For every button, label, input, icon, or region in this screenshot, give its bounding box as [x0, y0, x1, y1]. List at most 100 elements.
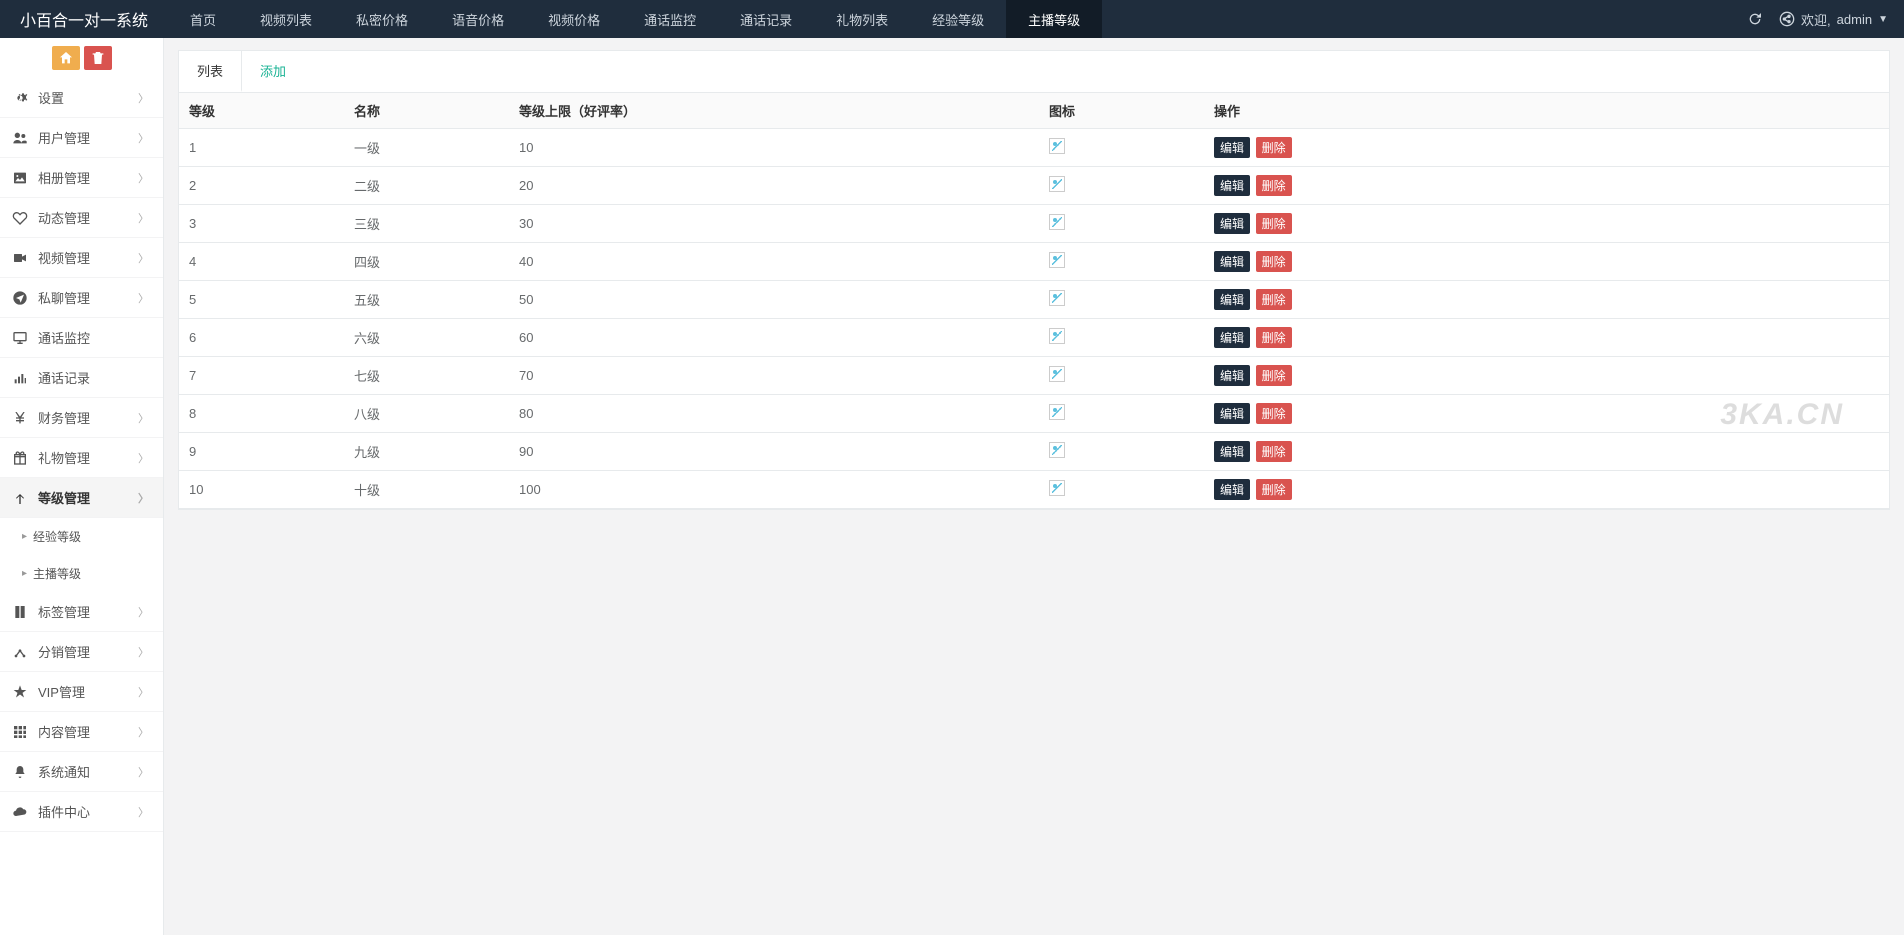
top-nav-item[interactable]: 首页 — [168, 0, 238, 38]
top-nav-item[interactable]: 通话监控 — [622, 0, 718, 38]
sidebar-item[interactable]: 相册管理〉 — [0, 158, 163, 198]
delete-button[interactable]: 删除 — [1256, 403, 1292, 424]
share-icon — [12, 644, 28, 660]
sidebar-item[interactable]: 插件中心〉 — [0, 792, 163, 832]
sidebar-item[interactable]: VIP管理〉 — [0, 672, 163, 712]
top-nav-item[interactable]: 主播等级 — [1006, 0, 1102, 38]
edit-button[interactable]: 编辑 — [1214, 213, 1250, 234]
table-row: 10 十级 100 编辑 删除 — [179, 471, 1889, 509]
sidebar-item[interactable]: 设置〉 — [0, 78, 163, 118]
tab-add[interactable]: 添加 — [242, 51, 304, 92]
cell-limit: 100 — [509, 471, 1039, 509]
edit-button[interactable]: 编辑 — [1214, 403, 1250, 424]
edit-button[interactable]: 编辑 — [1214, 175, 1250, 196]
sidebar-item-label: 通话监控 — [38, 328, 149, 347]
sidebar-item[interactable]: 礼物管理〉 — [0, 438, 163, 478]
sidebar-item[interactable]: 私聊管理〉 — [0, 278, 163, 318]
sidebar-item[interactable]: 分销管理〉 — [0, 632, 163, 672]
refresh-icon — [1747, 11, 1763, 27]
sidebar-item[interactable]: 动态管理〉 — [0, 198, 163, 238]
edit-button[interactable]: 编辑 — [1214, 251, 1250, 272]
delete-button[interactable]: 删除 — [1256, 441, 1292, 462]
table-row: 4 四级 40 编辑 删除 — [179, 243, 1889, 281]
home-button[interactable] — [52, 46, 80, 70]
delete-button[interactable]: 删除 — [1256, 365, 1292, 386]
cell-name: 五级 — [344, 281, 509, 319]
cell-level: 5 — [179, 281, 344, 319]
delete-button[interactable]: 删除 — [1256, 213, 1292, 234]
sidebar-item[interactable]: 视频管理〉 — [0, 238, 163, 278]
tab-list[interactable]: 列表 — [179, 51, 242, 92]
chevron-right-icon: 〉 — [138, 450, 149, 466]
refresh-button[interactable] — [1747, 11, 1763, 27]
top-nav-item[interactable]: 经验等级 — [910, 0, 1006, 38]
edit-button[interactable]: 编辑 — [1214, 479, 1250, 500]
delete-button[interactable]: 删除 — [1256, 137, 1292, 158]
sidebar-item-label: 内容管理 — [38, 722, 138, 741]
cloud-icon — [12, 804, 28, 820]
caret-down-icon: ▼ — [1878, 14, 1888, 25]
side-menu: 设置〉用户管理〉相册管理〉动态管理〉视频管理〉私聊管理〉通话监控通话记录财务管理… — [0, 78, 163, 832]
sidebar-item[interactable]: 通话监控 — [0, 318, 163, 358]
th-level: 等级 — [179, 93, 344, 129]
cell-limit: 60 — [509, 319, 1039, 357]
cell-action: 编辑 删除 — [1204, 471, 1889, 509]
cell-action: 编辑 删除 — [1204, 433, 1889, 471]
broken-image-icon — [1049, 366, 1065, 382]
delete-button[interactable]: 删除 — [1256, 175, 1292, 196]
welcome-user: admin — [1837, 12, 1872, 27]
chevron-right-icon: 〉 — [138, 604, 149, 620]
delete-button[interactable]: 删除 — [1256, 251, 1292, 272]
top-nav-item[interactable]: 视频列表 — [238, 0, 334, 38]
chevron-right-icon: 〉 — [138, 290, 149, 306]
tag-icon — [12, 604, 28, 620]
cell-name: 一级 — [344, 129, 509, 167]
delete-button[interactable]: 删除 — [1256, 289, 1292, 310]
video-icon — [12, 250, 28, 266]
sidebar-item[interactable]: 财务管理〉 — [0, 398, 163, 438]
broken-image-icon — [1049, 404, 1065, 420]
cell-limit: 70 — [509, 357, 1039, 395]
cell-limit: 40 — [509, 243, 1039, 281]
th-action: 操作 — [1204, 93, 1889, 129]
top-nav-item[interactable]: 语音价格 — [430, 0, 526, 38]
broken-image-icon — [1049, 138, 1065, 154]
monitor-icon — [12, 330, 28, 346]
broken-image-icon — [1049, 214, 1065, 230]
top-nav-item[interactable]: 私密价格 — [334, 0, 430, 38]
top-nav-item[interactable]: 通话记录 — [718, 0, 814, 38]
users-icon — [12, 130, 28, 146]
brand-title: 小百合一对一系统 — [0, 7, 168, 31]
level-icon — [12, 490, 28, 506]
edit-button[interactable]: 编辑 — [1214, 365, 1250, 386]
edit-button[interactable]: 编辑 — [1214, 289, 1250, 310]
top-nav-item[interactable]: 礼物列表 — [814, 0, 910, 38]
table-row: 2 二级 20 编辑 删除 — [179, 167, 1889, 205]
table-row: 3 三级 30 编辑 删除 — [179, 205, 1889, 243]
edit-button[interactable]: 编辑 — [1214, 137, 1250, 158]
sidebar-item-label: 视频管理 — [38, 248, 138, 267]
edit-button[interactable]: 编辑 — [1214, 327, 1250, 348]
sidebar-item[interactable]: 标签管理〉 — [0, 592, 163, 632]
table-row: 8 八级 80 编辑 删除 — [179, 395, 1889, 433]
sidebar-subitem[interactable]: 经验等级 — [0, 518, 163, 555]
top-nav-item[interactable]: 视频价格 — [526, 0, 622, 38]
sidebar-item[interactable]: 内容管理〉 — [0, 712, 163, 752]
sidebar-item[interactable]: 系统通知〉 — [0, 752, 163, 792]
cell-name: 二级 — [344, 167, 509, 205]
broken-image-icon — [1049, 176, 1065, 192]
cell-name: 七级 — [344, 357, 509, 395]
sidebar-item[interactable]: 等级管理〉 — [0, 478, 163, 518]
top-nav: 首页视频列表私密价格语音价格视频价格通话监控通话记录礼物列表经验等级主播等级 — [168, 0, 1102, 38]
sidebar-item[interactable]: 通话记录 — [0, 358, 163, 398]
delete-button[interactable]: 删除 — [1256, 327, 1292, 348]
sidebar-item[interactable]: 用户管理〉 — [0, 118, 163, 158]
nav-right: 欢迎, admin ▼ — [1747, 10, 1904, 29]
edit-button[interactable]: 编辑 — [1214, 441, 1250, 462]
delete-button[interactable]: 删除 — [1256, 479, 1292, 500]
trash-button[interactable] — [84, 46, 112, 70]
sidebar-subitem[interactable]: 主播等级 — [0, 555, 163, 592]
share-icon — [1779, 11, 1795, 27]
cell-action: 编辑 删除 — [1204, 243, 1889, 281]
user-menu[interactable]: 欢迎, admin ▼ — [1779, 10, 1888, 29]
